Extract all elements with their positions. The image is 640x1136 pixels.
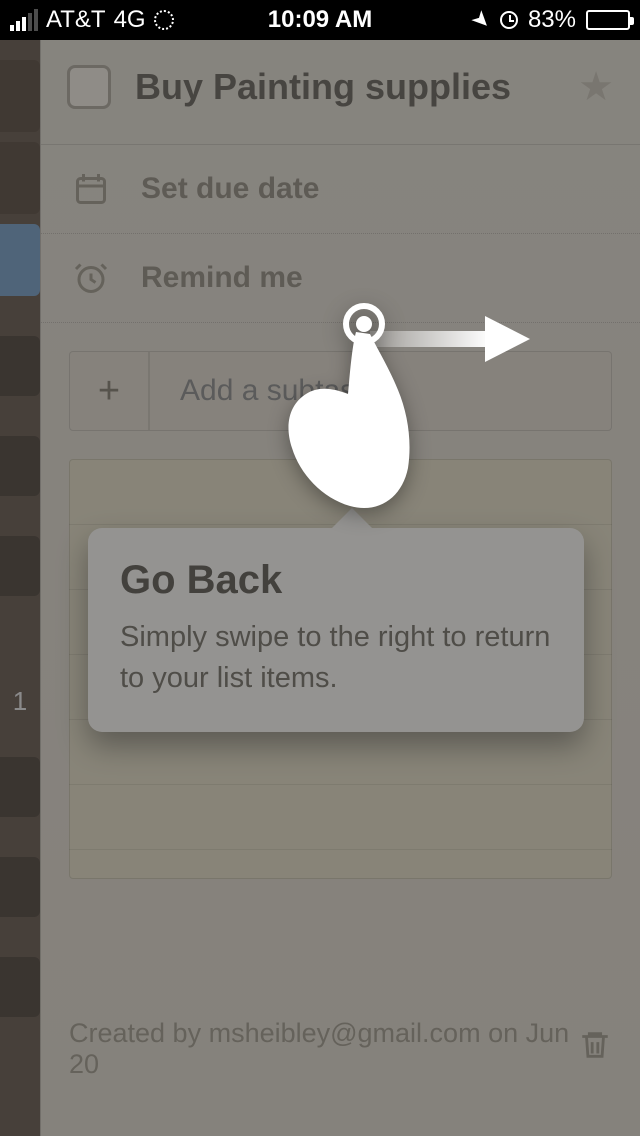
battery-icon: [586, 10, 630, 30]
loading-spinner-icon: [154, 10, 174, 30]
clock-time: 10:09 AM: [268, 6, 372, 34]
signal-icon: [10, 9, 38, 31]
status-bar: AT&T 4G 10:09 AM ➤ 83%: [0, 0, 640, 40]
pointing-hand-icon: [278, 302, 418, 527]
network-label: 4G: [114, 6, 146, 34]
tutorial-overlay[interactable]: [0, 40, 640, 1136]
alarm-clock-icon: [500, 11, 518, 29]
carrier-label: AT&T: [46, 6, 106, 34]
location-icon: ➤: [465, 4, 496, 35]
battery-percent: 83%: [528, 6, 576, 34]
